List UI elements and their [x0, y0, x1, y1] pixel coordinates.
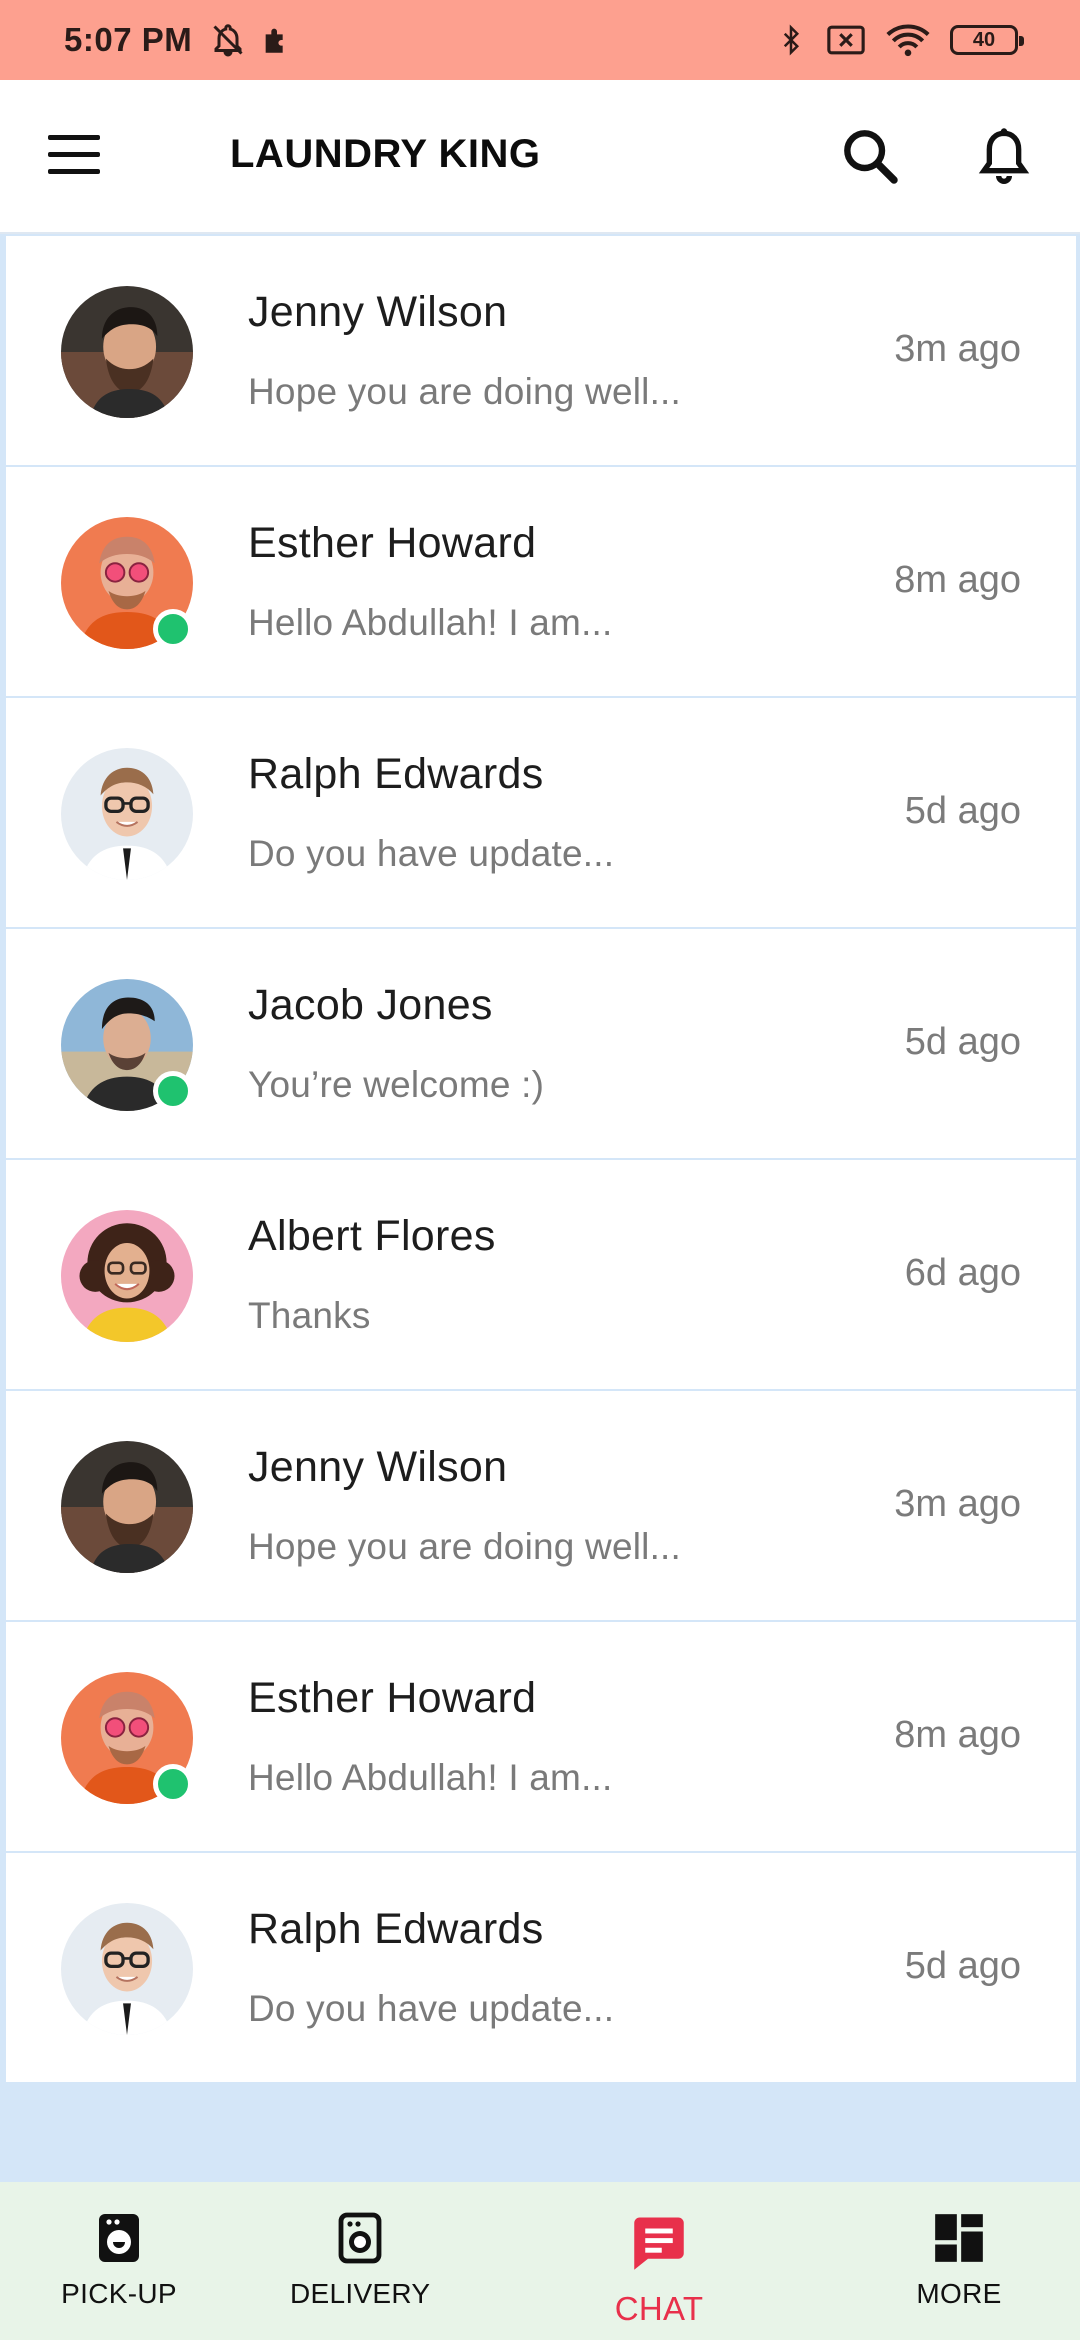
chat-timestamp: 5d ago	[904, 1021, 1021, 1063]
battery-level: 40	[972, 28, 996, 51]
nav-chat[interactable]: CHAT	[598, 2212, 720, 2328]
chat-timestamp: 5d ago	[904, 1945, 1021, 1987]
chat-last-message: Thanks	[248, 1295, 371, 1336]
chat-list-item[interactable]: Ralph Edwards Do you have update... 5d ago	[6, 698, 1076, 927]
avatar	[61, 1903, 193, 2035]
chat-list: Jenny Wilson Hope you are doing well... 3m…	[6, 236, 1076, 2084]
menu-icon[interactable]	[48, 135, 108, 183]
chat-timestamp: 3m ago	[894, 328, 1021, 370]
chat-last-message: Hope you are doing well...	[248, 371, 682, 412]
chat-contact-name: Jenny Wilson	[248, 1443, 508, 1491]
nav-pickup[interactable]: PICK-UP	[42, 2212, 196, 2310]
chat-contact-name: Ralph Edwards	[248, 1905, 544, 1953]
avatar	[61, 286, 193, 418]
chat-contact-name: Jacob Jones	[248, 981, 493, 1029]
chat-timestamp: 5d ago	[904, 790, 1021, 832]
puzzle-icon	[265, 28, 283, 53]
chat-list-item[interactable]: Jacob Jones You’re welcome :) 5d ago	[6, 929, 1076, 1158]
status-bar: 5:07 PM 40	[0, 0, 1080, 80]
chat-list-item[interactable]: Albert Flores Thanks 6d ago	[6, 1160, 1076, 1389]
battery-icon: 40	[950, 25, 1024, 55]
avatar	[61, 1210, 193, 1342]
nav-label-more: MORE	[916, 2278, 1002, 2309]
chat-timestamp: 3m ago	[894, 1483, 1021, 1525]
avatar	[61, 979, 193, 1111]
chat-list-item[interactable]: Esther Howard Hello Abdullah! I am... 8m a…	[6, 1622, 1076, 1851]
status-time: 5:07 PM	[64, 21, 193, 58]
avatar	[61, 748, 193, 880]
chat-last-message: Hope you are doing well...	[248, 1526, 682, 1567]
search-icon[interactable]	[838, 124, 902, 188]
nav-delivery[interactable]: DELIVERY	[290, 2212, 430, 2310]
avatar	[61, 1441, 193, 1573]
online-status-dot	[153, 1071, 193, 1111]
chat-contact-name: Esther Howard	[248, 1674, 537, 1722]
bluetooth-icon	[783, 24, 800, 56]
chat-list-item[interactable]: Ralph Edwards Do you have update... 5d ago	[6, 1853, 1076, 2082]
chat-timestamp: 8m ago	[894, 1714, 1021, 1756]
bottom-nav: PICK-UP DELIVERY CHAT MORE	[0, 2182, 1080, 2340]
app-bar: LAUNDRY KING	[0, 80, 1080, 234]
nav-label-delivery: DELIVERY	[290, 2278, 431, 2309]
chat-contact-name: Esther Howard	[248, 519, 537, 567]
chat-last-message: Do you have update...	[248, 833, 615, 874]
chat-timestamp: 8m ago	[894, 559, 1021, 601]
chat-contact-name: Ralph Edwards	[248, 750, 544, 798]
chat-icon	[634, 2217, 684, 2270]
avatar	[61, 517, 193, 649]
no-sim-icon	[827, 25, 865, 55]
chat-list-item[interactable]: Esther Howard Hello Abdullah! I am... 8m a…	[6, 467, 1076, 696]
chat-contact-name: Albert Flores	[248, 1212, 496, 1260]
nav-label-pickup: PICK-UP	[61, 2278, 177, 2309]
nav-more[interactable]: MORE	[904, 2212, 1014, 2310]
chat-last-message: Hello Abdullah! I am...	[248, 602, 613, 643]
bell-off-icon	[213, 24, 243, 57]
washing-machine-icon	[99, 2214, 139, 2262]
wifi-icon	[886, 24, 930, 57]
app-title: LAUNDRY KING	[230, 132, 541, 176]
chat-last-message: Do you have update...	[248, 1988, 615, 2029]
online-status-dot	[153, 1764, 193, 1804]
bell-icon[interactable]	[972, 124, 1036, 188]
grid-icon	[935, 2214, 983, 2262]
washing-machine-icon	[338, 2212, 382, 2264]
avatar	[61, 1672, 193, 1804]
chat-timestamp: 6d ago	[904, 1252, 1021, 1294]
chat-list-item[interactable]: Jenny Wilson Hope you are doing well... 3m…	[6, 1391, 1076, 1620]
online-status-dot	[153, 609, 193, 649]
chat-contact-name: Jenny Wilson	[248, 288, 508, 336]
chat-list-item[interactable]: Jenny Wilson Hope you are doing well... 3m…	[6, 236, 1076, 465]
chat-last-message: Hello Abdullah! I am...	[248, 1757, 613, 1798]
nav-label-chat: CHAT	[614, 2290, 704, 2327]
chat-last-message: You’re welcome :)	[248, 1064, 545, 1105]
